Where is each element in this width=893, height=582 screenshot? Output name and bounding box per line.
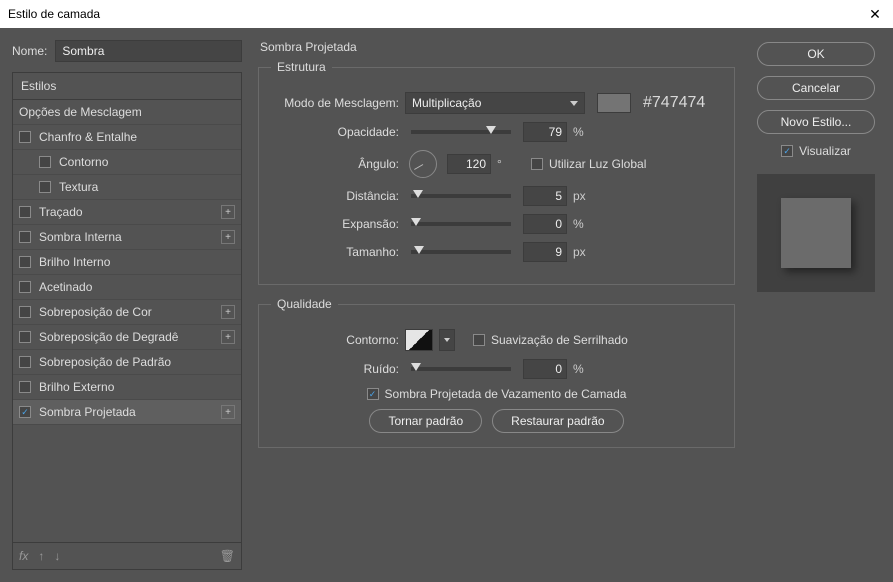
knockout-checkbox[interactable] <box>367 388 379 400</box>
style-item-gradientoverlay[interactable]: Sobreposição de Degradê+ <box>13 325 241 350</box>
contour-swatch[interactable] <box>405 329 433 351</box>
blend-options-item[interactable]: Opções de Mesclagem <box>13 100 241 125</box>
size-input[interactable] <box>523 242 567 262</box>
size-slider[interactable] <box>411 250 511 254</box>
blend-mode-label: Modo de Mesclagem: <box>271 96 399 110</box>
left-column: Nome: Estilos Opções de Mesclagem Chanfr… <box>12 40 242 570</box>
make-default-button[interactable]: Tornar padrão <box>369 409 482 433</box>
arrow-up-icon[interactable]: ↑ <box>38 549 44 563</box>
close-icon[interactable]: ✕ <box>865 6 885 23</box>
checkbox-icon[interactable] <box>19 256 31 268</box>
contour-label: Contorno: <box>271 333 399 347</box>
quality-group: Qualidade Contorno: Suavização de Serril… <box>258 297 735 448</box>
center-column: Sombra Projetada Estrutura Modo de Mescl… <box>254 40 739 570</box>
style-item-bevel[interactable]: Chanfro & Entalhe <box>13 125 241 150</box>
trash-icon[interactable]: 🗑 <box>220 549 235 563</box>
contour-dropdown-icon[interactable] <box>439 329 455 351</box>
noise-label: Ruído: <box>271 362 399 376</box>
preview-box <box>757 174 875 292</box>
checkbox-icon[interactable] <box>19 381 31 393</box>
add-icon[interactable]: + <box>221 305 235 319</box>
opacity-slider[interactable] <box>411 130 511 134</box>
style-item-contour[interactable]: Contorno <box>13 150 241 175</box>
styles-footer: fx ↑ ↓ 🗑 <box>13 542 241 569</box>
structure-group: Estrutura Modo de Mesclagem: Multiplicaç… <box>258 60 735 285</box>
add-icon[interactable]: + <box>221 205 235 219</box>
checkbox-icon[interactable] <box>39 181 51 193</box>
checkbox-icon[interactable] <box>19 231 31 243</box>
structure-legend: Estrutura <box>271 60 332 74</box>
fx-icon[interactable]: fx <box>19 549 28 563</box>
style-item-dropshadow[interactable]: Sombra Projetada+ <box>13 400 241 425</box>
opacity-input[interactable] <box>523 122 567 142</box>
style-item-coloroverlay[interactable]: Sobreposição de Cor+ <box>13 300 241 325</box>
spread-slider[interactable] <box>411 222 511 226</box>
angle-dial[interactable] <box>409 150 437 178</box>
global-light-checkbox[interactable] <box>531 158 543 170</box>
reset-default-button[interactable]: Restaurar padrão <box>492 409 623 433</box>
angle-input[interactable] <box>447 154 491 174</box>
style-item-texture[interactable]: Textura <box>13 175 241 200</box>
size-unit: px <box>573 245 595 259</box>
style-item-stroke[interactable]: Traçado+ <box>13 200 241 225</box>
spread-label: Expansão: <box>271 217 399 231</box>
antialias-label: Suavização de Serrilhado <box>491 333 628 347</box>
preview-checkbox[interactable] <box>781 145 793 157</box>
titlebar: Estilo de camada ✕ <box>0 0 893 28</box>
angle-unit: ° <box>497 157 519 171</box>
styles-list: Opções de Mesclagem Chanfro & Entalhe Co… <box>13 100 241 542</box>
distance-input[interactable] <box>523 186 567 206</box>
angle-label: Ângulo: <box>271 157 399 171</box>
arrow-down-icon[interactable]: ↓ <box>54 549 60 563</box>
noise-slider[interactable] <box>411 367 511 371</box>
cancel-button[interactable]: Cancelar <box>757 76 875 100</box>
dialog-body: Nome: Estilos Opções de Mesclagem Chanfr… <box>0 28 893 582</box>
global-light-label: Utilizar Luz Global <box>549 157 646 171</box>
color-swatch[interactable] <box>597 93 631 113</box>
spread-input[interactable] <box>523 214 567 234</box>
section-title: Sombra Projetada <box>260 40 739 54</box>
add-icon[interactable]: + <box>221 405 235 419</box>
name-input[interactable] <box>55 40 242 62</box>
style-item-patternoverlay[interactable]: Sobreposição de Padrão <box>13 350 241 375</box>
distance-label: Distância: <box>271 189 399 203</box>
blend-mode-select[interactable]: Multiplicação <box>405 92 585 114</box>
style-item-satin[interactable]: Acetinado <box>13 275 241 300</box>
name-label: Nome: <box>12 44 47 58</box>
checkbox-icon[interactable] <box>19 356 31 368</box>
checkbox-icon[interactable] <box>19 331 31 343</box>
styles-panel: Estilos Opções de Mesclagem Chanfro & En… <box>12 72 242 570</box>
opacity-label: Opacidade: <box>271 125 399 139</box>
size-label: Tamanho: <box>271 245 399 259</box>
spread-unit: % <box>573 217 595 231</box>
checkbox-icon[interactable] <box>19 306 31 318</box>
add-icon[interactable]: + <box>221 230 235 244</box>
new-style-button[interactable]: Novo Estilo... <box>757 110 875 134</box>
style-item-innerglow[interactable]: Brilho Interno <box>13 250 241 275</box>
noise-unit: % <box>573 362 595 376</box>
checkbox-icon[interactable] <box>19 131 31 143</box>
knockout-label: Sombra Projetada de Vazamento de Camada <box>385 387 627 401</box>
checkbox-icon[interactable] <box>39 156 51 168</box>
checkbox-icon[interactable] <box>19 206 31 218</box>
antialias-checkbox[interactable] <box>473 334 485 346</box>
quality-legend: Qualidade <box>271 297 338 311</box>
style-item-innershadow[interactable]: Sombra Interna+ <box>13 225 241 250</box>
checkbox-icon[interactable] <box>19 281 31 293</box>
right-column: OK Cancelar Novo Estilo... Visualizar <box>751 40 881 570</box>
checkbox-icon[interactable] <box>19 406 31 418</box>
styles-header: Estilos <box>13 73 241 100</box>
distance-slider[interactable] <box>411 194 511 198</box>
add-icon[interactable]: + <box>221 330 235 344</box>
window-title: Estilo de camada <box>8 7 865 21</box>
preview-label: Visualizar <box>799 144 851 158</box>
noise-input[interactable] <box>523 359 567 379</box>
distance-unit: px <box>573 189 595 203</box>
ok-button[interactable]: OK <box>757 42 875 66</box>
style-item-outerglow[interactable]: Brilho Externo <box>13 375 241 400</box>
preview-thumbnail <box>781 198 851 268</box>
color-hex: #747474 <box>643 94 705 112</box>
opacity-unit: % <box>573 125 595 139</box>
